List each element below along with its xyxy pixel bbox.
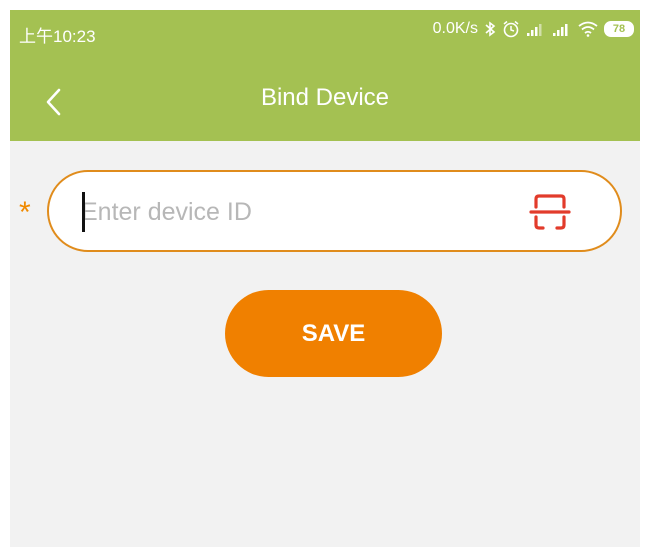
net-speed: 0.0K/s <box>432 20 478 37</box>
save-button[interactable]: SAVE <box>225 290 442 377</box>
screen: 上午10:23 0.0K/s 78 Bind Device * Enter de… <box>10 10 640 547</box>
device-id-field[interactable] <box>47 170 622 252</box>
battery-icon: 78 <box>604 21 634 37</box>
text-cursor <box>82 192 85 232</box>
bluetooth-icon <box>485 21 496 37</box>
status-icons: 0.0K/s 78 <box>433 20 634 38</box>
signal-icon <box>553 24 568 36</box>
status-bar: 上午10:23 0.0K/s 78 <box>10 10 640 50</box>
scan-icon[interactable] <box>527 189 573 235</box>
required-marker: * <box>19 196 31 229</box>
signal-icon <box>527 24 542 36</box>
alarm-icon <box>503 20 519 38</box>
page-title: Bind Device <box>260 84 390 111</box>
status-time: 上午10:23 <box>19 27 96 46</box>
wifi-icon <box>578 21 598 37</box>
device-id-input[interactable] <box>81 190 521 234</box>
app-bar: 上午10:23 0.0K/s 78 Bind Device <box>10 10 640 141</box>
